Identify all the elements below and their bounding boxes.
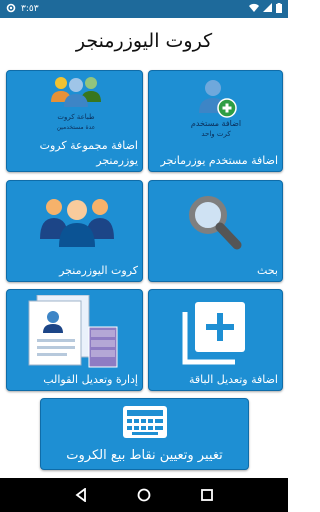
sales-points-button[interactable]: تغيير وتعيين نقاط بيع الكروت <box>40 398 249 470</box>
add-group-caption-top: طباعة كروت <box>57 113 95 121</box>
recents-icon[interactable] <box>198 486 216 504</box>
add-group-label: اضافة مجموعة كروت يوزرمنجر <box>39 139 138 167</box>
status-time: ٣:٥٣ <box>21 4 39 14</box>
add-user-caption-top: اضافة مستخدم <box>191 119 241 128</box>
back-icon[interactable] <box>72 486 90 504</box>
add-user-caption-bottom: كرت واحد <box>201 130 231 138</box>
status-right <box>249 2 282 16</box>
cards-button[interactable]: كروت اليوزرمنجر <box>6 180 143 282</box>
packages-label: اضافة وتعديل الباقة <box>189 373 278 386</box>
keyboard-icon <box>122 405 168 443</box>
users-icon <box>37 193 117 253</box>
templates-button[interactable]: إدارة وتعديل القوالب <box>6 289 143 391</box>
navigation-bar <box>0 478 288 512</box>
cards-label: كروت اليوزرمنجر <box>59 264 138 277</box>
home-icon[interactable] <box>135 486 153 504</box>
add-user-button[interactable]: اضافة مستخدم كرت واحد اضافة مستخدم يوزرم… <box>148 70 283 172</box>
search-button[interactable]: بحث <box>148 180 283 282</box>
search-label: بحث <box>257 264 278 277</box>
add-group-caption-bottom: عدة مستخدمين <box>57 124 96 131</box>
add-package-button[interactable]: اضافة وتعديل الباقة <box>148 289 283 391</box>
battery-icon <box>276 2 282 16</box>
templates-icon <box>23 294 123 373</box>
add-user-label: اضافة مستخدم يوزرمانجر <box>160 154 278 167</box>
page-title: كروت اليوزرمنجر <box>75 30 213 52</box>
sales-points-label: تغيير وتعيين نقاط بيع الكروت <box>66 448 223 463</box>
templates-label: إدارة وتعديل القوالب <box>43 373 138 386</box>
add-package-icon <box>179 300 249 372</box>
signal-icon <box>263 3 272 15</box>
status-left: ٣:٥٣ <box>6 3 39 16</box>
users-group-icon: طباعة كروت عدة مستخدمين <box>45 74 107 138</box>
add-group-button[interactable]: طباعة كروت عدة مستخدمين اضافة مجموعة كرو… <box>6 70 143 172</box>
status-bar: ٣:٥٣ <box>0 0 288 18</box>
search-icon <box>183 191 245 257</box>
wifi-icon <box>249 3 259 15</box>
add-user-icon: اضافة مستخدم كرت واحد <box>187 77 245 143</box>
settings-icon <box>6 3 16 16</box>
